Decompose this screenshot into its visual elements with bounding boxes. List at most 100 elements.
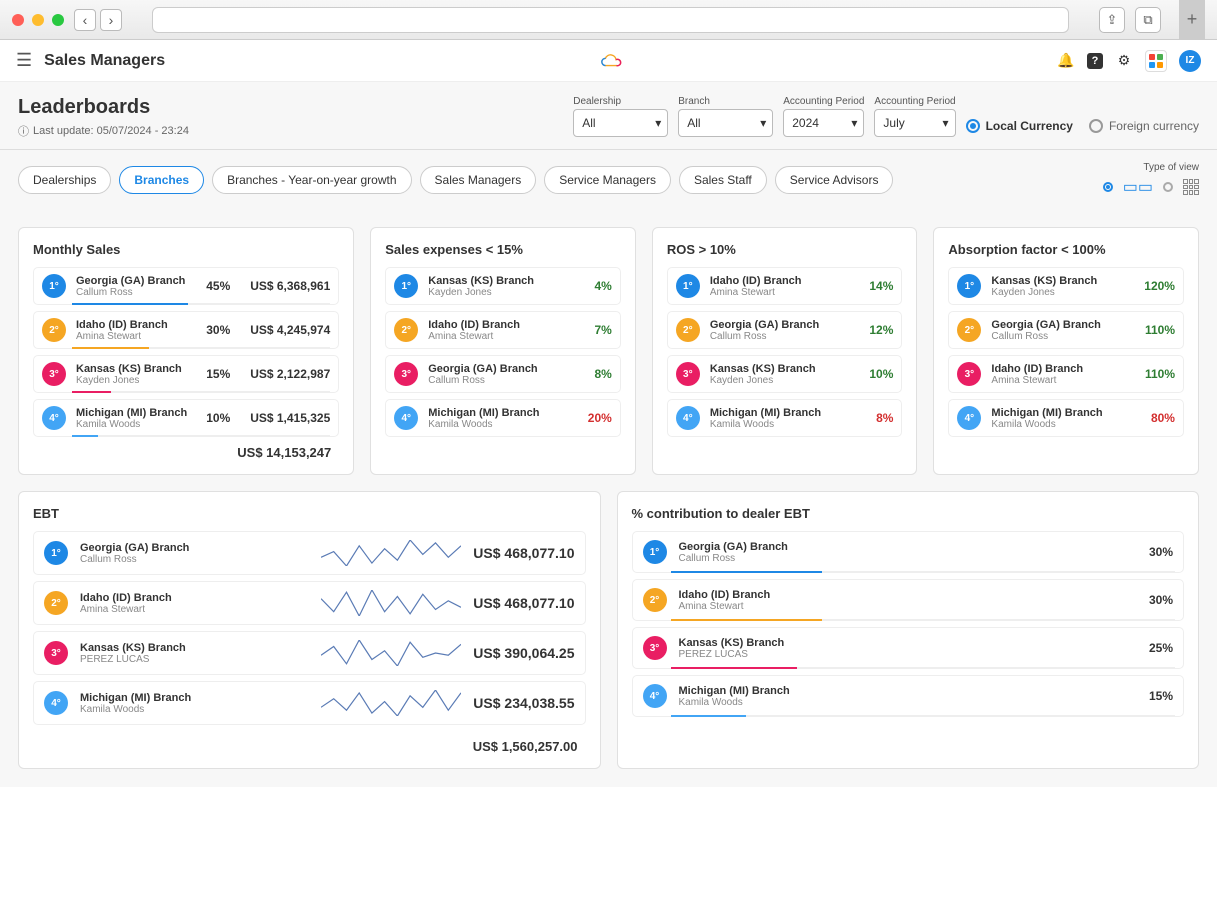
branch-name: Michigan (MI) Branch: [76, 407, 196, 419]
hamburger-menu-icon[interactable]: ☰: [16, 50, 32, 71]
period-year-filter-label: Accounting Period: [783, 96, 864, 107]
manager-name: Kamila Woods: [76, 419, 196, 430]
card-monthly-sales: Monthly Sales 1° Georgia (GA) Branch Cal…: [18, 227, 354, 475]
list-item[interactable]: 2° Idaho (ID) Branch Amina Stewart 7%: [385, 311, 621, 349]
list-item[interactable]: 2° Idaho (ID) Branch Amina Stewart US$ 4…: [33, 581, 586, 625]
page-title: Leaderboards: [18, 96, 189, 119]
list-item[interactable]: 3° Kansas (KS) Branch Kayden Jones 10%: [667, 355, 903, 393]
bell-icon[interactable]: 🔔: [1057, 52, 1075, 70]
help-icon[interactable]: ?: [1087, 53, 1103, 69]
manager-name: Kayden Jones: [991, 287, 1134, 298]
branch-name: Michigan (MI) Branch: [80, 692, 309, 704]
percentage-value: 10%: [869, 367, 893, 381]
rank-badge: 3°: [957, 362, 981, 386]
apps-grid-icon[interactable]: [1145, 50, 1167, 72]
manager-name: Kamila Woods: [679, 697, 1137, 708]
browser-back-button[interactable]: ‹: [74, 9, 96, 31]
rank-badge: 3°: [44, 641, 68, 665]
window-maximize-icon[interactable]: [52, 14, 64, 26]
browser-share-icon[interactable]: ⇪: [1099, 7, 1125, 33]
period-month-select[interactable]: July: [874, 109, 955, 137]
branch-select[interactable]: All: [678, 109, 773, 137]
manager-name: Kamila Woods: [710, 419, 866, 430]
list-item[interactable]: 1° Georgia (GA) Branch Callum Ross 30%: [632, 531, 1185, 573]
tab-branches-yoy[interactable]: Branches - Year-on-year growth: [212, 166, 411, 194]
rank-badge: 1°: [957, 274, 981, 298]
list-item[interactable]: 2° Georgia (GA) Branch Callum Ross 110%: [948, 311, 1184, 349]
list-item[interactable]: 4° Michigan (MI) Branch Kamila Woods 10%…: [33, 399, 339, 437]
list-item[interactable]: 4° Michigan (MI) Branch Kamila Woods 8%: [667, 399, 903, 437]
cards-view-icon[interactable]: ▭▭: [1123, 177, 1153, 197]
tab-service-managers[interactable]: Service Managers: [544, 166, 671, 194]
gear-icon[interactable]: ⚙: [1115, 52, 1133, 70]
rank-badge: 4°: [42, 406, 66, 430]
cloud-logo-icon: [600, 52, 622, 70]
list-item[interactable]: 3° Kansas (KS) Branch Kayden Jones 15% U…: [33, 355, 339, 393]
tab-sales-managers[interactable]: Sales Managers: [420, 166, 537, 194]
percentage-value: 8%: [876, 411, 893, 425]
view-type-label: Type of view: [1143, 162, 1199, 173]
branch-name: Kansas (KS) Branch: [679, 637, 1137, 649]
dealership-filter-label: Dealership: [573, 96, 668, 107]
tab-branches[interactable]: Branches: [119, 166, 204, 194]
list-item[interactable]: 4° Michigan (MI) Branch Kamila Woods 20%: [385, 399, 621, 437]
list-item[interactable]: 1° Georgia (GA) Branch Callum Ross US$ 4…: [33, 531, 586, 575]
rank-badge: 1°: [643, 540, 667, 564]
branch-name: Idaho (ID) Branch: [428, 319, 584, 331]
local-currency-radio[interactable]: Local Currency: [966, 119, 1073, 133]
rank-badge: 2°: [42, 318, 66, 342]
browser-tabs-icon[interactable]: ⧉: [1135, 7, 1161, 33]
branch-name: Georgia (GA) Branch: [76, 275, 196, 287]
sparkline-chart: [321, 590, 461, 616]
percentage-value: 80%: [1151, 411, 1175, 425]
manager-name: Callum Ross: [76, 287, 196, 298]
foreign-currency-radio[interactable]: Foreign currency: [1089, 119, 1199, 133]
list-item[interactable]: 3° Kansas (KS) Branch PEREZ LUCAS US$ 39…: [33, 631, 586, 675]
tabs-row: Dealerships Branches Branches - Year-on-…: [0, 150, 1217, 209]
list-item[interactable]: 4° Michigan (MI) Branch Kamila Woods US$…: [33, 681, 586, 725]
user-avatar[interactable]: IZ: [1179, 50, 1201, 72]
sparkline-chart: [321, 640, 461, 666]
info-icon: ⓘ: [18, 123, 29, 139]
dealership-select[interactable]: All: [573, 109, 668, 137]
list-item[interactable]: 2° Idaho (ID) Branch Amina Stewart 30% U…: [33, 311, 339, 349]
browser-url-bar[interactable]: [152, 7, 1069, 33]
manager-name: Amina Stewart: [710, 287, 860, 298]
list-item[interactable]: 1° Kansas (KS) Branch Kayden Jones 4%: [385, 267, 621, 305]
list-item[interactable]: 1° Idaho (ID) Branch Amina Stewart 14%: [667, 267, 903, 305]
list-item[interactable]: 1° Kansas (KS) Branch Kayden Jones 120%: [948, 267, 1184, 305]
grid-view-icon[interactable]: [1183, 179, 1199, 195]
sparkline-chart: [321, 540, 461, 566]
sales-value: US$ 4,245,974: [240, 323, 330, 337]
manager-name: Callum Ross: [80, 554, 309, 565]
list-item[interactable]: 3° Idaho (ID) Branch Amina Stewart 110%: [948, 355, 1184, 393]
view-radio-cards[interactable]: [1103, 182, 1113, 192]
list-item[interactable]: 2° Georgia (GA) Branch Callum Ross 12%: [667, 311, 903, 349]
ebt-value: US$ 234,038.55: [473, 695, 574, 711]
sparkline-chart: [321, 690, 461, 716]
rank-badge: 4°: [643, 684, 667, 708]
percentage-value: 10%: [206, 411, 230, 425]
list-item[interactable]: 4° Michigan (MI) Branch Kamila Woods 15%: [632, 675, 1185, 717]
view-radio-grid[interactable]: [1163, 182, 1173, 192]
tab-dealerships[interactable]: Dealerships: [18, 166, 111, 194]
rank-badge: 2°: [643, 588, 667, 612]
percentage-value: 120%: [1144, 279, 1175, 293]
window-close-icon[interactable]: [12, 14, 24, 26]
list-item[interactable]: 3° Kansas (KS) Branch PEREZ LUCAS 25%: [632, 627, 1185, 669]
rank-badge: 2°: [957, 318, 981, 342]
period-year-select[interactable]: 2024: [783, 109, 864, 137]
list-item[interactable]: 3° Georgia (GA) Branch Callum Ross 8%: [385, 355, 621, 393]
list-item[interactable]: 4° Michigan (MI) Branch Kamila Woods 80%: [948, 399, 1184, 437]
browser-forward-button[interactable]: ›: [100, 9, 122, 31]
tab-sales-staff[interactable]: Sales Staff: [679, 166, 767, 194]
list-item[interactable]: 2° Idaho (ID) Branch Amina Stewart 30%: [632, 579, 1185, 621]
manager-name: Callum Ross: [428, 375, 584, 386]
list-item[interactable]: 1° Georgia (GA) Branch Callum Ross 45% U…: [33, 267, 339, 305]
tab-service-advisors[interactable]: Service Advisors: [775, 166, 894, 194]
manager-name: Amina Stewart: [679, 601, 1137, 612]
manager-name: Kayden Jones: [76, 375, 196, 386]
window-minimize-icon[interactable]: [32, 14, 44, 26]
app-header: ☰ Sales Managers 🔔 ? ⚙ IZ: [0, 40, 1217, 82]
browser-new-tab-button[interactable]: +: [1179, 0, 1205, 40]
